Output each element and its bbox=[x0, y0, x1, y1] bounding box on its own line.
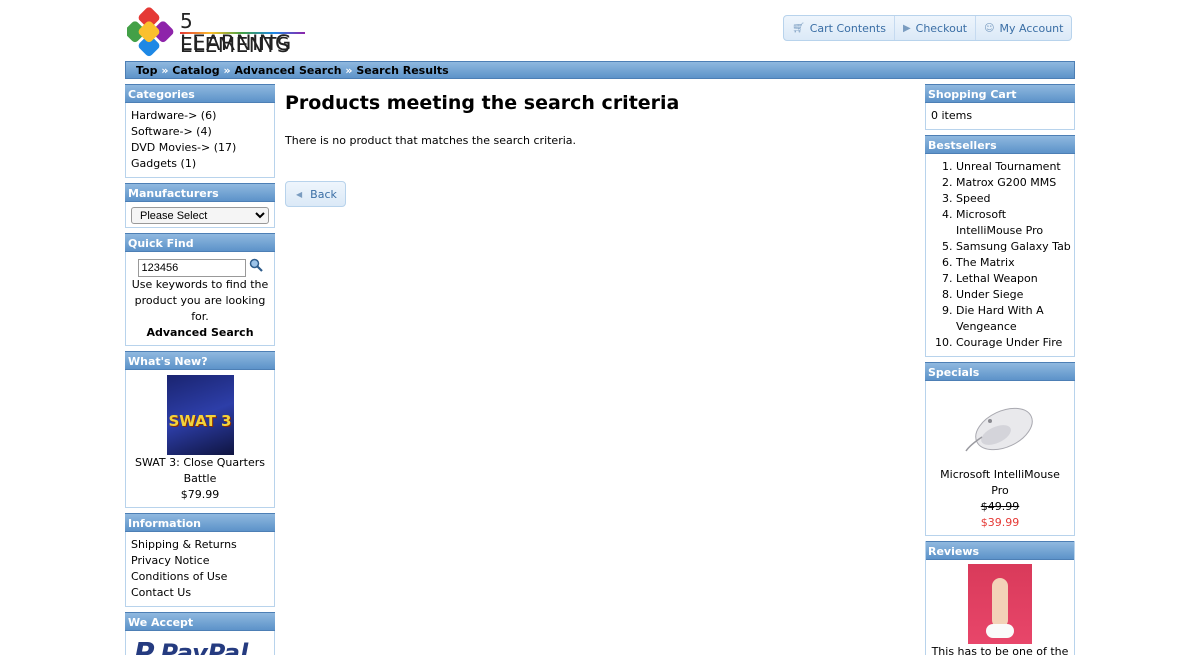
review-text: This has to be one of the bbox=[931, 645, 1069, 655]
cart-icon: 🛒︎ bbox=[792, 22, 805, 34]
back-button-label: Back bbox=[310, 187, 337, 201]
breadcrumb-separator: » bbox=[345, 64, 353, 77]
bestsellers-heading: Bestsellers bbox=[925, 135, 1075, 154]
specials-old-price: $49.99 bbox=[980, 500, 1020, 513]
checkout-label: Checkout bbox=[915, 21, 968, 35]
reviews-product-image[interactable] bbox=[968, 564, 1032, 644]
info-privacy-notice[interactable]: Privacy Notice bbox=[131, 554, 209, 567]
bestseller-item[interactable]: Samsung Galaxy Tab bbox=[956, 240, 1071, 253]
no-results-message: There is no product that matches the sea… bbox=[285, 134, 577, 147]
whats-new-product-name[interactable]: SWAT 3: Close Quarters Battle bbox=[135, 456, 265, 485]
whats-new-heading: What's New? bbox=[125, 351, 275, 370]
whats-new-product-image[interactable]: SWAT 3 bbox=[166, 375, 234, 455]
bestsellers-box: Bestsellers Unreal Tournament Matrox G20… bbox=[925, 135, 1075, 357]
specials-product-image[interactable] bbox=[960, 389, 1040, 467]
information-box: Information Shipping & Returns Privacy N… bbox=[125, 513, 275, 607]
store-logo[interactable]: 5 ELEMENTS LEARNING bbox=[125, 5, 310, 60]
whats-new-box: What's New? SWAT 3 SWAT 3: Close Quarter… bbox=[125, 351, 275, 508]
bestseller-item[interactable]: The Matrix bbox=[956, 256, 1015, 269]
bestsellers-list: Unreal Tournament Matrox G200 MMS Speed … bbox=[931, 159, 1071, 351]
shopping-cart-heading: Shopping Cart bbox=[925, 84, 1075, 103]
person-icon: ☺ bbox=[984, 22, 995, 34]
paypal-logo: P PayPal bbox=[134, 639, 266, 655]
category-gadgets[interactable]: Gadgets (1) bbox=[131, 157, 196, 170]
quick-find-heading: Quick Find bbox=[125, 233, 275, 252]
category-hardware[interactable]: Hardware-> (6) bbox=[131, 109, 216, 122]
triangle-right-icon: ▶ bbox=[902, 22, 911, 34]
bestseller-item[interactable]: Courage Under Fire bbox=[956, 336, 1062, 349]
quick-find-box: Quick Find Use keywords to find the prod… bbox=[125, 233, 275, 346]
reviews-heading: Reviews bbox=[926, 541, 1074, 560]
bestseller-item[interactable]: Under Siege bbox=[956, 288, 1023, 301]
advanced-search-link[interactable]: Advanced Search bbox=[146, 326, 253, 339]
specials-product-name[interactable]: Microsoft IntelliMouse Pro bbox=[940, 468, 1060, 497]
info-conditions-of-use[interactable]: Conditions of Use bbox=[131, 570, 227, 583]
breadcrumb: Top » Catalog » Advanced Search » Search… bbox=[125, 61, 1075, 79]
breadcrumb-advanced-search[interactable]: Advanced Search bbox=[234, 64, 341, 77]
top-navigation: 🛒︎ Cart Contents ▶ Checkout ☺ My Account bbox=[783, 15, 1073, 41]
bestseller-item[interactable]: Microsoft IntelliMouse Pro bbox=[956, 208, 1043, 237]
left-column: Categories Hardware-> (6) Software-> (4)… bbox=[125, 84, 275, 655]
search-icon[interactable] bbox=[249, 258, 263, 277]
bestseller-item[interactable]: Die Hard With A Vengeance bbox=[956, 304, 1044, 333]
paypal-p-icon: P bbox=[134, 636, 155, 655]
specials-heading: Specials bbox=[925, 362, 1075, 381]
back-button[interactable]: ◀ Back bbox=[285, 181, 346, 207]
my-account-link[interactable]: ☺ My Account bbox=[976, 16, 1071, 40]
logo-mark-icon bbox=[127, 7, 174, 57]
specials-box: Specials Microsoft IntelliMouse Pro $49.… bbox=[925, 362, 1075, 536]
bestseller-item[interactable]: Matrox G200 MMS bbox=[956, 176, 1056, 189]
info-shipping-returns[interactable]: Shipping & Returns bbox=[131, 538, 237, 551]
whats-new-price: $79.99 bbox=[180, 488, 220, 501]
bestseller-item[interactable]: Unreal Tournament bbox=[956, 160, 1061, 173]
category-software[interactable]: Software-> (4) bbox=[131, 125, 212, 138]
category-dvd-movies[interactable]: DVD Movies-> (17) bbox=[131, 141, 236, 154]
quick-find-hint: Use keywords to find the product you are… bbox=[131, 278, 269, 323]
page-title: Products meeting the search criteria bbox=[285, 92, 680, 114]
swat-image-text: SWAT 3 bbox=[168, 412, 232, 430]
manufacturers-heading: Manufacturers bbox=[125, 183, 275, 202]
information-heading: Information bbox=[125, 513, 275, 532]
paypal-wordmark: PayPal bbox=[160, 639, 249, 655]
cart-count: 0 items bbox=[931, 109, 973, 122]
cart-contents-link[interactable]: 🛒︎ Cart Contents bbox=[784, 16, 895, 40]
triangle-left-icon: ◀ bbox=[296, 189, 303, 199]
breadcrumb-separator: » bbox=[223, 64, 231, 77]
my-account-label: My Account bbox=[999, 21, 1064, 35]
checkout-link[interactable]: ▶ Checkout bbox=[895, 16, 977, 40]
main-content: Products meeting the search criteria The… bbox=[285, 84, 915, 207]
right-column: Shopping Cart 0 items Bestsellers Unreal… bbox=[925, 84, 1075, 655]
manufacturers-box: Manufacturers Please Select bbox=[125, 183, 275, 228]
bestseller-item[interactable]: Lethal Weapon bbox=[956, 272, 1038, 285]
reviews-box: Reviews This has to be one of the bbox=[925, 541, 1075, 655]
categories-box: Categories Hardware-> (6) Software-> (4)… bbox=[125, 84, 275, 178]
bestseller-item[interactable]: Speed bbox=[956, 192, 990, 205]
logo-line-2: LEARNING bbox=[180, 31, 292, 55]
manufacturers-select[interactable]: Please Select bbox=[131, 207, 269, 224]
shopping-cart-box: Shopping Cart 0 items bbox=[925, 84, 1075, 130]
quick-find-input[interactable] bbox=[137, 258, 246, 277]
cart-contents-label: Cart Contents bbox=[809, 21, 886, 35]
info-contact-us[interactable]: Contact Us bbox=[131, 586, 191, 599]
breadcrumb-separator: » bbox=[161, 64, 169, 77]
specials-new-price: $39.99 bbox=[980, 516, 1020, 529]
we-accept-box: We Accept P PayPal bbox=[125, 612, 275, 655]
breadcrumb-search-results[interactable]: Search Results bbox=[356, 64, 448, 77]
breadcrumb-catalog[interactable]: Catalog bbox=[172, 64, 219, 77]
we-accept-heading: We Accept bbox=[125, 612, 275, 631]
breadcrumb-top[interactable]: Top bbox=[136, 64, 157, 77]
header: 5 ELEMENTS LEARNING 🛒︎ Cart Contents ▶ C… bbox=[125, 0, 1075, 60]
categories-heading: Categories bbox=[125, 84, 275, 103]
